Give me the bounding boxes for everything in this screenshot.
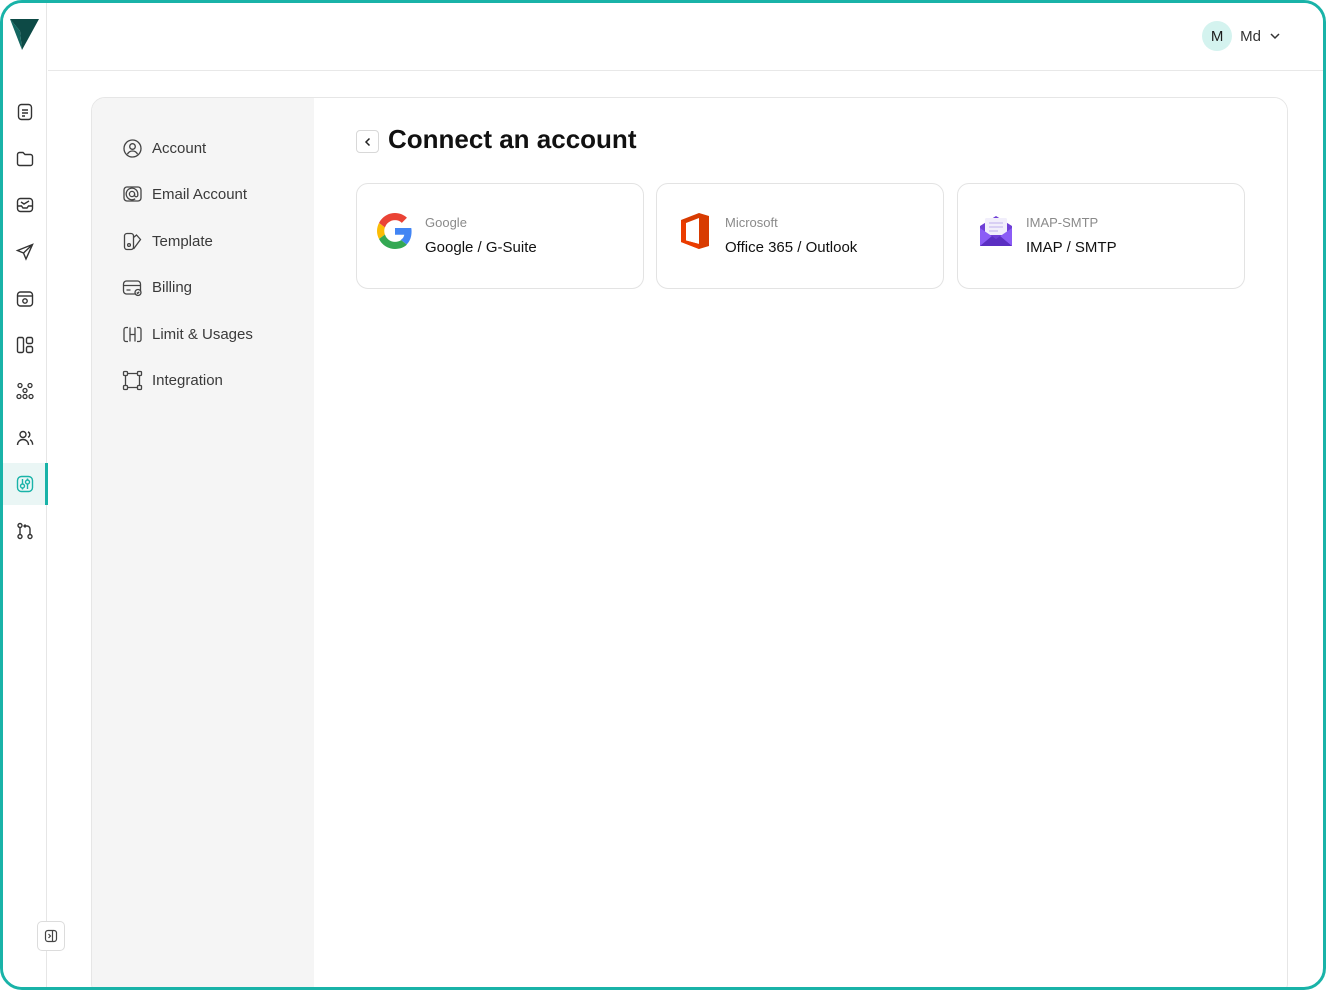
settings-nav-billing[interactable]: Billing [122,272,302,302]
provider-name: IMAP / SMTP [1026,239,1117,256]
provider-card-microsoft[interactable]: Microsoft Office 365 / Outlook [656,183,944,289]
users-icon [16,430,34,446]
template-icon [123,232,142,250]
panel-toggle-icon [44,929,58,943]
git-icon [17,522,33,540]
page-title: Connect an account [388,124,637,154]
inbox-icon [16,197,34,213]
settings-nav-account[interactable]: Account [122,133,302,163]
back-button[interactable] [356,130,379,153]
rail-item-users[interactable] [3,417,47,459]
settings-nav-label: Billing [152,278,193,296]
send-icon [15,243,34,261]
main-content: Connect an account Google Google / G-Sui… [314,98,1287,987]
settings-nav-integration[interactable]: Integration [122,365,302,395]
integration-icon [122,370,143,390]
network-icon [16,382,34,400]
brand-logo-icon[interactable] [8,17,40,51]
rail-item-folders[interactable] [3,138,47,180]
document-icon [17,103,33,121]
office-logo-icon [681,213,709,249]
settings-nav-label: Integration [152,371,223,389]
settings-nav-label: Account [152,139,207,157]
top-bar: M Md [48,3,1323,71]
rail-item-inbox[interactable] [3,184,47,226]
rail-item-documents[interactable] [3,91,47,133]
provider-card-google[interactable]: Google Google / G-Suite [356,183,644,289]
user-circle-icon [123,138,142,158]
provider-label: IMAP-SMTP [1026,215,1099,230]
settings-nav: Account Email Account Template Billing L… [92,98,314,987]
collapse-sidebar-button[interactable] [37,921,65,951]
rail-item-campaigns[interactable] [3,231,47,273]
layout-icon [16,336,34,354]
rail-item-settings[interactable] [3,463,48,505]
settings-nav-limit-usages[interactable]: Limit & Usages [122,319,302,349]
rail-item-box[interactable] [3,278,47,320]
chevron-down-icon [1270,33,1280,40]
settings-container: Account Email Account Template Billing L… [91,97,1288,987]
user-name: Md [1240,27,1261,45]
settings-nav-email-account[interactable]: Email Account [122,179,302,209]
settings-nav-template[interactable]: Template [122,226,302,256]
avatar: M [1202,21,1233,51]
limit-icon [123,326,142,342]
google-logo-icon [377,213,412,249]
box-icon [16,291,34,307]
settings-icon [16,475,34,493]
settings-nav-label: Template [152,232,213,250]
settings-nav-label: Limit & Usages [152,325,253,343]
billing-icon [122,279,142,296]
provider-label: Microsoft [725,215,778,230]
rail-item-network[interactable] [3,370,47,412]
rail-item-layout[interactable] [3,324,47,366]
user-menu[interactable]: M Md [1202,20,1283,52]
provider-label: Google [425,215,467,230]
chevron-left-icon [364,137,370,146]
rail-item-git[interactable] [3,510,47,552]
provider-card-imap-smtp[interactable]: IMAP-SMTP IMAP / SMTP [957,183,1245,289]
folder-icon [16,151,34,167]
icon-rail [3,3,65,987]
settings-nav-label: Email Account [152,185,248,203]
app-window: M Md Account Email Account Template Bill… [0,0,1326,990]
provider-name: Office 365 / Outlook [725,239,858,256]
mail-envelope-icon [980,216,1012,246]
provider-name: Google / G-Suite [425,239,537,256]
email-at-icon [123,185,142,202]
